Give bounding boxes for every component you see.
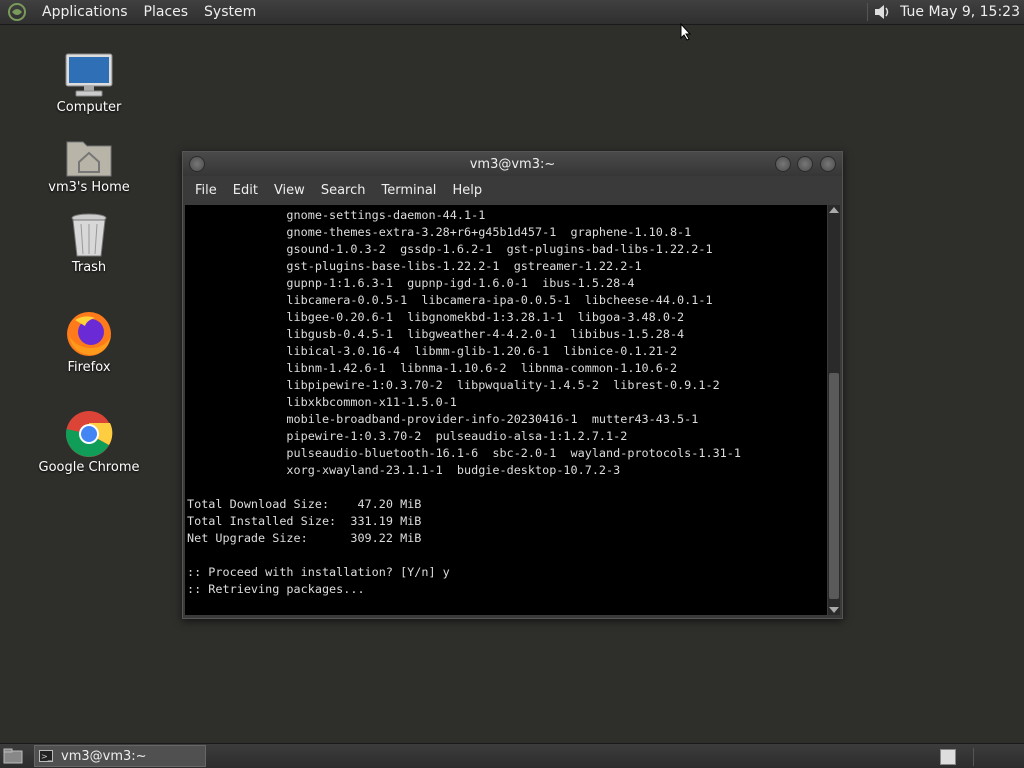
workspace-switcher-2[interactable] [973,748,1004,766]
desktop-icon-trash[interactable]: Trash [34,206,144,275]
taskbar-item-terminal[interactable]: >_ vm3@vm3:~ [34,745,206,767]
desktop-icon-chrome[interactable]: Google Chrome [34,406,144,475]
menu-view[interactable]: View [266,183,313,198]
terminal-window[interactable]: vm3@vm3:~ File Edit View Search Terminal… [182,151,843,619]
minimize-button[interactable] [775,156,791,172]
menu-help[interactable]: Help [444,183,490,198]
top-panel: Applications Places System Tue May 9, 15… [0,0,1024,25]
menu-file[interactable]: File [187,183,225,198]
terminal-icon: >_ [39,750,53,762]
terminal-output[interactable]: gnome-settings-daemon-44.1-1 gnome-theme… [185,205,827,615]
close-button[interactable] [820,156,836,172]
menu-system[interactable]: System [196,0,264,24]
panel-separator [867,3,869,21]
terminal-scrollbar[interactable] [828,205,840,615]
menu-terminal[interactable]: Terminal [373,183,444,198]
firefox-icon [63,306,115,358]
chrome-icon [63,406,115,458]
menu-places[interactable]: Places [136,0,197,24]
home-folder-icon [63,126,115,178]
menu-search[interactable]: Search [313,183,374,198]
terminal-text: gnome-settings-daemon-44.1-1 gnome-theme… [187,208,741,596]
maximize-button[interactable] [797,156,813,172]
scroll-thumb[interactable] [829,373,839,599]
desktop-icon-computer[interactable]: Computer [34,46,144,115]
trash-icon [63,206,115,258]
workspace-switcher-1[interactable] [940,749,956,765]
desktop-icon-label: Computer [56,100,122,115]
window-menubar: File Edit View Search Terminal Help [183,176,842,204]
distro-logo-icon[interactable] [6,1,28,23]
volume-icon[interactable] [872,2,892,22]
menu-edit[interactable]: Edit [225,183,266,198]
window-title: vm3@vm3:~ [469,156,556,172]
desktop-icon-label: vm3's Home [48,180,130,195]
taskbar-item-label: vm3@vm3:~ [61,748,147,764]
show-desktop-icon[interactable] [2,746,24,766]
desktop-icon-label: Trash [71,260,107,275]
mouse-pointer-icon [680,22,692,45]
scroll-up-arrow-icon[interactable] [829,207,839,213]
scroll-down-arrow-icon[interactable] [829,607,839,613]
menu-applications[interactable]: Applications [34,0,136,24]
clock[interactable]: Tue May 9, 15:23 [892,4,1024,20]
window-titlebar[interactable]: vm3@vm3:~ [183,152,842,176]
desktop-icon-label: Firefox [67,360,111,375]
desktop-icon-label: Google Chrome [38,460,140,475]
bottom-panel: >_ vm3@vm3:~ [0,743,1024,768]
desktop-icon-home[interactable]: vm3's Home [34,126,144,195]
computer-icon [63,46,115,98]
desktop-icon-firefox[interactable]: Firefox [34,306,144,375]
